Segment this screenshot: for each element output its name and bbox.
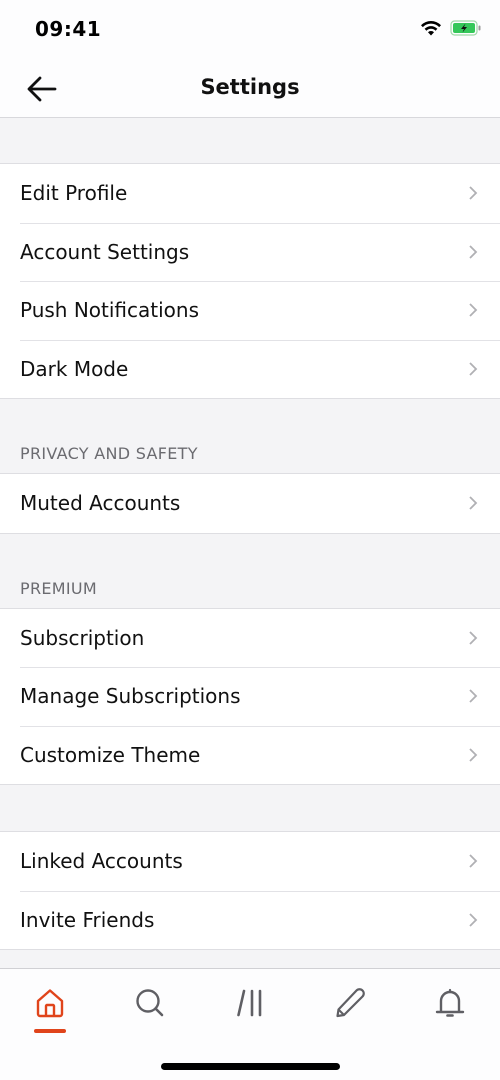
tab-notifications[interactable]: [430, 983, 470, 1023]
page-title: Settings: [200, 75, 300, 99]
home-indicator[interactable]: [161, 1063, 340, 1070]
row-label: Edit Profile: [20, 181, 128, 206]
tab-home[interactable]: [30, 983, 70, 1023]
battery-charging-icon: [450, 20, 482, 40]
active-tab-indicator: [34, 1029, 66, 1033]
bell-icon: [435, 988, 465, 1017]
status-bar: 09:41: [0, 0, 500, 60]
navigation-bar: Settings: [0, 60, 500, 118]
settings-list: Edit Profile Account Settings Push Notif…: [0, 118, 500, 950]
settings-row-account-settings[interactable]: Account Settings: [0, 222, 500, 282]
tab-write[interactable]: [330, 983, 370, 1023]
row-label: Linked Accounts: [20, 849, 183, 874]
chevron-right-icon: [469, 854, 478, 868]
settings-group-privacy: Muted Accounts: [0, 473, 500, 534]
pencil-icon: [336, 988, 365, 1018]
settings-row-push-notifications[interactable]: Push Notifications: [0, 281, 500, 340]
settings-row-linked-accounts[interactable]: Linked Accounts: [0, 832, 500, 891]
row-label: Account Settings: [20, 239, 190, 264]
chevron-right-icon: [469, 748, 478, 762]
status-icons: [420, 20, 482, 40]
tab-library[interactable]: [230, 983, 270, 1023]
chevron-right-icon: [469, 303, 478, 317]
settings-row-invite-friends[interactable]: Invite Friends: [0, 890, 500, 950]
chevron-right-icon: [469, 496, 478, 510]
wifi-icon: [420, 20, 442, 40]
settings-row-manage-subscriptions[interactable]: Manage Subscriptions: [0, 667, 500, 726]
section-spacer: [0, 118, 500, 163]
tab-search[interactable]: [130, 983, 170, 1023]
library-icon: [237, 989, 262, 1017]
row-label: Invite Friends: [20, 907, 155, 932]
chevron-right-icon: [469, 186, 478, 200]
section-header-premium: PREMIUM: [0, 533, 500, 608]
row-label: Dark Mode: [20, 356, 129, 381]
status-time: 09:41: [35, 17, 102, 41]
chevron-right-icon: [469, 631, 478, 645]
settings-row-customize-theme[interactable]: Customize Theme: [0, 725, 500, 785]
section-header-label: PREMIUM: [20, 578, 98, 598]
section-header-privacy: PRIVACY AND SAFETY: [0, 399, 500, 473]
settings-row-dark-mode[interactable]: Dark Mode: [0, 339, 500, 399]
chevron-right-icon: [469, 245, 478, 259]
search-icon: [136, 989, 164, 1017]
chevron-right-icon: [469, 913, 478, 927]
chevron-right-icon: [469, 689, 478, 703]
row-label: Push Notifications: [20, 298, 200, 323]
settings-group-social: Linked Accounts Invite Friends: [0, 831, 500, 950]
row-label: Customize Theme: [20, 742, 201, 767]
settings-row-edit-profile[interactable]: Edit Profile: [0, 164, 500, 223]
settings-group-premium: Subscription Manage Subscriptions Custom…: [0, 607, 500, 785]
settings-group-general: Edit Profile Account Settings Push Notif…: [0, 163, 500, 399]
row-label: Subscription: [20, 625, 145, 650]
section-spacer: [0, 785, 500, 831]
home-icon: [36, 989, 64, 1018]
row-label: Manage Subscriptions: [20, 684, 241, 709]
chevron-right-icon: [469, 362, 478, 376]
section-header-label: PRIVACY AND SAFETY: [20, 444, 198, 463]
row-label: Muted Accounts: [20, 491, 181, 516]
settings-row-muted-accounts[interactable]: Muted Accounts: [0, 474, 500, 533]
settings-row-subscription[interactable]: Subscription: [0, 609, 500, 668]
